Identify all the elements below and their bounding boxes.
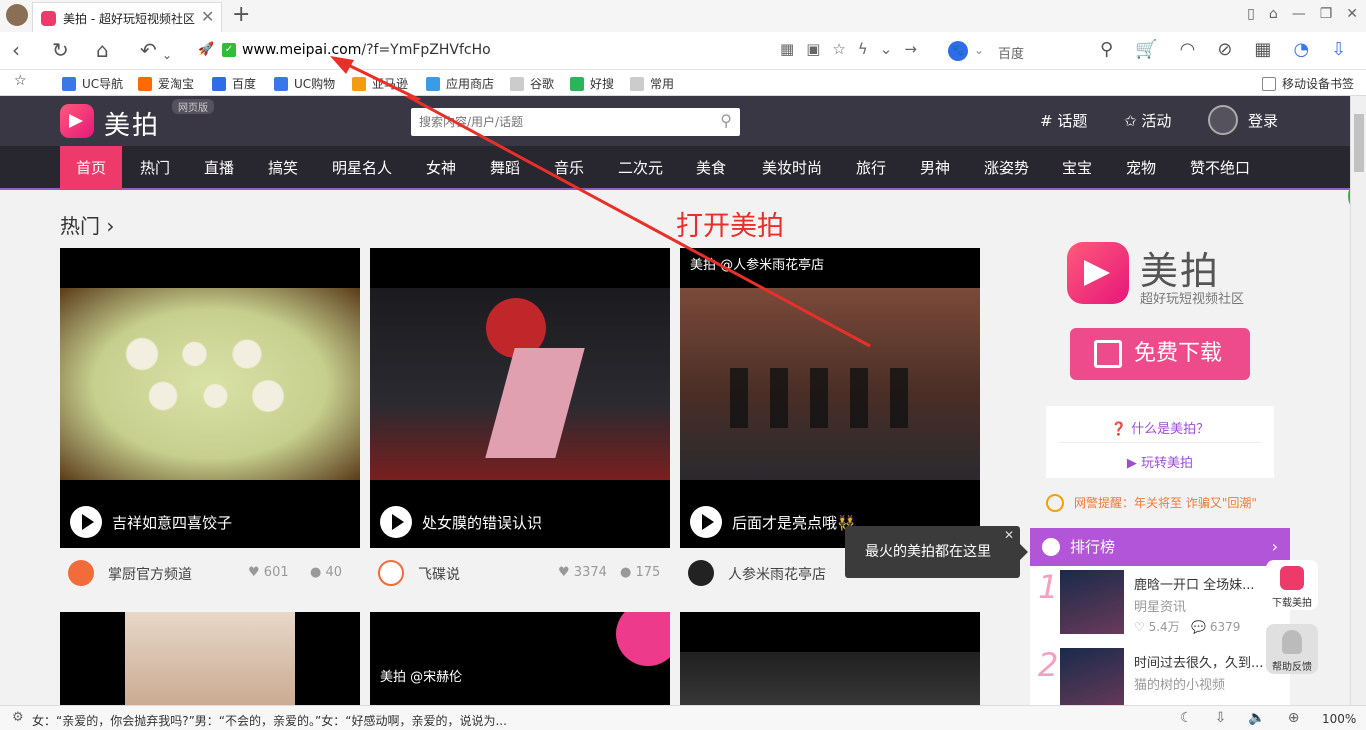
wifi-icon[interactable]: ◠ — [1180, 39, 1196, 60]
help-feedback-label: 帮助反馈 — [1272, 662, 1312, 673]
bookmark-2[interactable]: 百度 — [212, 75, 256, 92]
sidebar-toggle-icon[interactable]: ▯ — [1247, 6, 1255, 22]
reload-icon[interactable]: ↻ — [52, 39, 69, 61]
bookmark-label: UC购物 — [294, 77, 336, 91]
bookmark-favicon-icon — [426, 77, 440, 91]
float-download-button[interactable]: 下载美拍 — [1266, 560, 1318, 610]
browser-nav-bar: ‹ ↻ ⌂ ↶ ⌄ 🚀 ✓ www.meipai.com/?f=YmFpZHVf… — [0, 32, 1366, 70]
restore-icon[interactable]: ❐ — [1320, 6, 1333, 22]
add-bookmark-star-icon[interactable]: ☆ — [14, 73, 27, 89]
hot-tooltip: 最火的美拍都在这里 ✕ — [845, 526, 1028, 578]
star-icon[interactable]: ☆ — [832, 40, 845, 58]
bookmarks-bar: ☆ UC导航 爱淘宝 百度 UC购物 亚马逊 应用商店 谷歌 好搜 常用 移动设备书签 — [0, 70, 1366, 96]
volume-icon[interactable]: 🔈 — [1248, 710, 1265, 726]
speed-icon: 🚀 — [198, 42, 215, 57]
scrollbar-thumb[interactable] — [1354, 114, 1364, 172]
bookmark-label: 常用 — [650, 77, 675, 91]
back-icon[interactable]: ‹ — [12, 39, 20, 61]
close-window-icon[interactable]: ✕ — [1346, 6, 1358, 22]
secure-check-icon: ✓ — [222, 43, 236, 57]
bookmark-favicon-icon — [212, 77, 226, 91]
zoom-in-icon[interactable]: ⊕ — [1288, 710, 1300, 726]
search-engine-name: 百度 — [998, 47, 1025, 62]
night-mode-icon[interactable]: ☾ — [1180, 710, 1193, 726]
bookmark-7[interactable]: 好搜 — [570, 75, 614, 92]
tooltip-close-icon[interactable]: ✕ — [1004, 509, 1014, 561]
bookmark-3[interactable]: UC购物 — [274, 75, 335, 92]
dropdown-icon[interactable]: ⌄ — [880, 40, 893, 58]
bookmark-label: 爱淘宝 — [158, 77, 195, 91]
undo-icon[interactable]: ↶ — [140, 39, 157, 61]
status-bar: ⚙ 女：“亲爱的，你会抛弃我吗?”男：“不会的，亲爱的。”女：“好感动啊，亲爱的… — [0, 705, 1366, 730]
meipai-favicon-icon — [41, 11, 56, 26]
bookmark-label: 谷歌 — [530, 77, 555, 91]
bookmark-favicon-icon — [274, 77, 288, 91]
go-arrow-icon[interactable]: → — [904, 40, 917, 58]
annotation-arrow — [403, 96, 871, 348]
settings-gear-icon[interactable]: ⚙ — [12, 710, 24, 725]
bookmark-favicon-icon — [62, 77, 76, 91]
bookmark-6[interactable]: 谷歌 — [510, 75, 554, 92]
baidu-paw-icon[interactable]: 🐾 — [948, 41, 968, 61]
bookmark-favicon-icon — [352, 77, 366, 91]
translate-icon[interactable]: ▣ — [806, 40, 820, 58]
page-scrollbar[interactable] — [1350, 96, 1366, 705]
bookmark-label: 应用商店 — [446, 77, 495, 91]
zoom-level[interactable]: 100% — [1322, 712, 1356, 726]
qrcode-icon[interactable]: ▦ — [780, 40, 794, 58]
bookmark-favicon-icon — [138, 77, 152, 91]
bookmark-0[interactable]: UC导航 — [62, 75, 123, 92]
mobile-bookmarks-icon — [1262, 77, 1276, 91]
new-tab-button[interactable]: + — [232, 2, 250, 27]
minimize-icon[interactable]: — — [1292, 6, 1306, 22]
bookmark-label: UC导航 — [82, 77, 124, 91]
mobile-bookmarks[interactable]: 移动设备书签 — [1262, 75, 1354, 92]
status-message[interactable]: 女：“亲爱的，你会抛弃我吗?”男：“不会的，亲爱的。”女：“好感动啊，亲爱的，说… — [32, 712, 507, 729]
help-feedback-button[interactable]: 帮助反馈 — [1266, 624, 1318, 674]
home-icon[interactable]: ⌂ — [96, 39, 109, 61]
bookmark-label: 好搜 — [590, 77, 615, 91]
bookmark-4[interactable]: 亚马逊 — [352, 75, 408, 92]
cloud-sync-icon[interactable]: ◔ — [1293, 39, 1309, 60]
bookmark-label: 亚马逊 — [372, 77, 409, 91]
meipai-small-icon — [1280, 566, 1304, 590]
skin-icon[interactable]: ⌂ — [1269, 6, 1278, 22]
tab-title: 美拍 - 超好玩短视频社区 — [63, 12, 195, 26]
bookmark-favicon-icon — [570, 77, 584, 91]
bookmark-1[interactable]: 爱淘宝 — [138, 75, 194, 92]
meipai-page: 美拍 网页版 ⚲ # 话题 ✩ 活动 登录 首页热门直播搞笑明星名人女神舞蹈音乐… — [0, 96, 1350, 705]
flash-icon[interactable]: ϟ — [858, 40, 868, 58]
bookmark-favicon-icon — [630, 77, 644, 91]
bookmark-favicon-icon — [510, 77, 524, 91]
browser-tab-bar: 美拍 - 超好玩短视频社区 ✕ + ▯ ⌂ — ❐ ✕ — [0, 0, 1366, 32]
url-text[interactable]: www.meipai.com/?f=YmFpZHVfcHo — [242, 42, 491, 58]
tab-close-icon[interactable]: ✕ — [201, 7, 214, 26]
uc-browser-logo-icon[interactable] — [6, 4, 28, 26]
engine-dropdown-icon[interactable]: ⌄ — [974, 43, 984, 57]
active-tab[interactable]: 美拍 - 超好玩短视频社区 ✕ — [32, 2, 222, 32]
apps-grid-icon[interactable]: ▦ — [1254, 39, 1271, 60]
cart-icon[interactable]: 🛒 — [1135, 39, 1157, 60]
annotation-text: 打开美拍 — [676, 211, 784, 242]
float-download-label: 下载美拍 — [1272, 598, 1312, 609]
bookmark-5[interactable]: 应用商店 — [426, 75, 494, 92]
bookmark-8[interactable]: 常用 — [630, 75, 674, 92]
ghost-icon — [1282, 630, 1302, 654]
bookmark-label: 百度 — [232, 77, 257, 91]
undo-dropdown-icon[interactable]: ⌄ — [162, 44, 172, 66]
download-manager-icon[interactable]: ⇩ — [1215, 710, 1227, 726]
download-icon[interactable]: ⇩ — [1331, 39, 1346, 60]
search-icon[interactable]: ⚲ — [1100, 39, 1113, 60]
ad-block-icon[interactable]: ⊘ — [1217, 39, 1232, 60]
